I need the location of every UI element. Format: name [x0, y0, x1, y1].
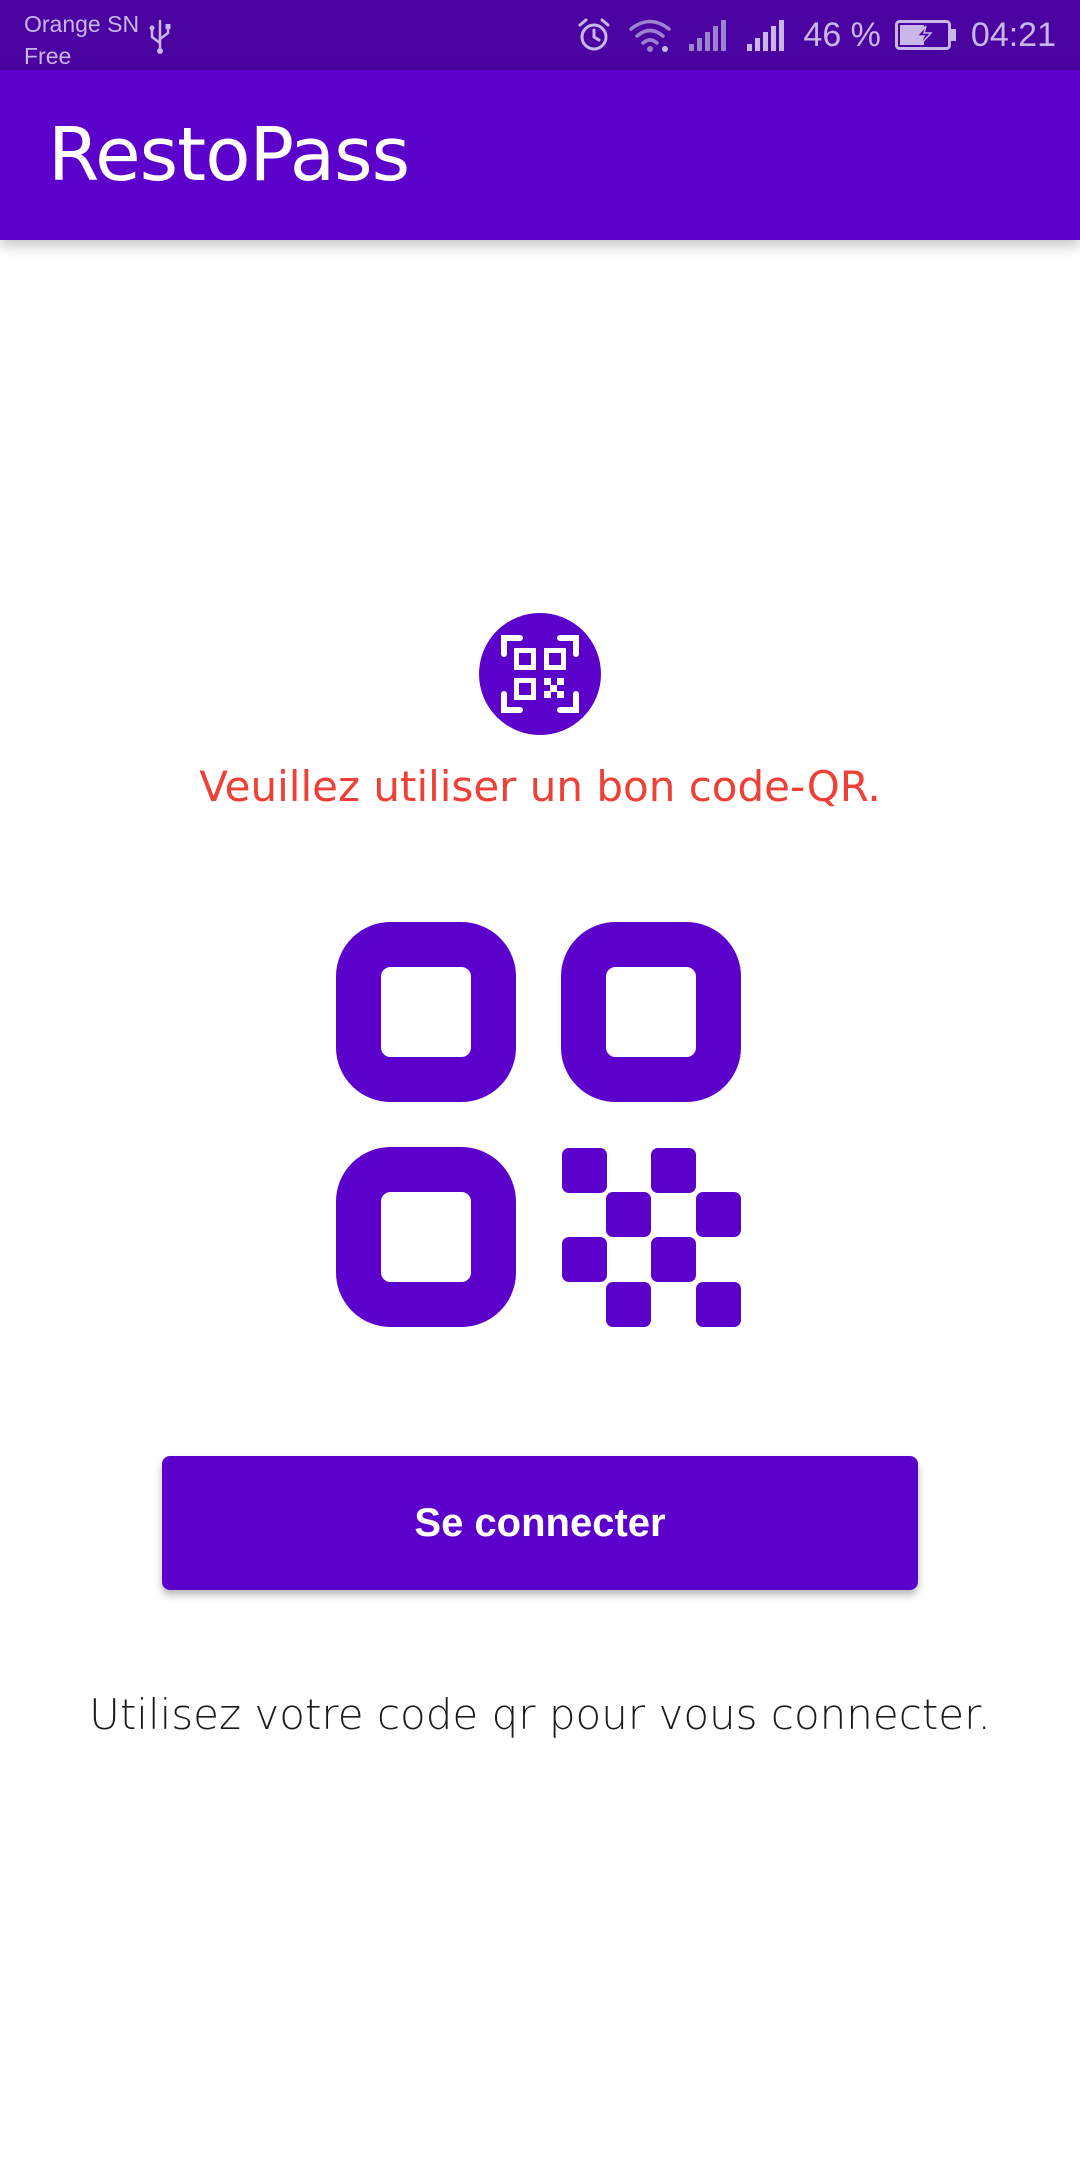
battery-charging-icon — [894, 20, 956, 50]
login-button-label: Se connecter — [414, 1500, 666, 1545]
alarm-icon — [578, 18, 610, 51]
login-button[interactable]: Se connecter — [162, 1456, 918, 1590]
status-bar: Orange SN Free 46 % 04:21 — [0, 0, 1080, 70]
signal-icon — [747, 20, 785, 51]
signal-icon — [689, 20, 727, 51]
wifi-icon — [629, 19, 672, 52]
app-logo — [479, 613, 601, 735]
carrier-info: Orange SN Free — [24, 8, 139, 72]
carrier-name: Orange SN — [24, 11, 140, 37]
app-bar: RestoPass — [0, 70, 1080, 240]
battery-percentage: 46 % — [803, 15, 881, 54]
clock: 04:21 — [970, 15, 1056, 54]
carrier-plan: Free — [24, 43, 72, 69]
usb-icon — [149, 19, 171, 54]
error-message: Veuillez utiliser un bon code-QR. — [199, 762, 881, 811]
qr-code-scan-icon — [501, 635, 579, 713]
qr-code-icon — [336, 922, 741, 1327]
app-title: RestoPass — [48, 112, 410, 198]
hint-text: Utilisez votre code qr pour vous connect… — [89, 1690, 991, 1739]
status-right: 46 % 04:21 — [575, 0, 1056, 70]
